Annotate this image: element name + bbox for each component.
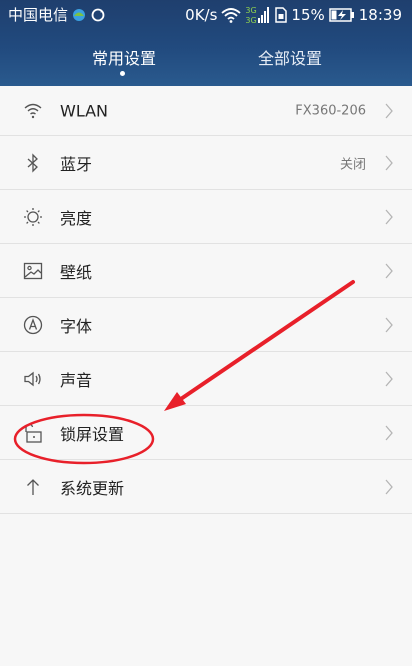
item-label: 系统更新 — [60, 478, 125, 498]
item-label: 锁屏设置 — [60, 424, 125, 444]
settings-screen: 中国电信 0K/s 3G 3G 15% 18:39 常用设置 全部设置 WLAN… — [0, 0, 412, 666]
chevron-right-icon — [384, 479, 394, 495]
status-bar: 中国电信 0K/s 3G 3G 15% 18:39 — [0, 0, 412, 30]
chevron-right-icon — [384, 371, 394, 387]
item-label: 蓝牙 — [60, 154, 93, 174]
status-right: 0K/s 3G 3G 15% 18:39 — [185, 0, 402, 30]
wifi-signal-icon — [221, 7, 242, 23]
update-arrow-icon — [22, 476, 44, 498]
font-icon — [22, 314, 44, 336]
lock-icon — [22, 422, 44, 444]
settings-item-wlan[interactable]: WLAN FX360-206 — [0, 86, 412, 136]
sound-icon — [22, 368, 44, 390]
wifi-icon — [22, 100, 44, 122]
chevron-right-icon — [384, 263, 394, 279]
chevron-right-icon — [384, 209, 394, 225]
brightness-icon — [22, 206, 44, 228]
bluetooth-icon — [22, 152, 44, 174]
item-label: 壁纸 — [60, 262, 93, 282]
tab-all-settings[interactable]: 全部设置 — [210, 45, 370, 69]
network-speed: 0K/s — [185, 6, 218, 24]
chevron-right-icon — [384, 155, 394, 171]
chevron-right-icon — [384, 317, 394, 333]
item-label: 声音 — [60, 370, 93, 390]
battery-icon — [329, 8, 355, 22]
header: 中国电信 0K/s 3G 3G 15% 18:39 常用设置 全部设置 — [0, 0, 412, 86]
active-tab-indicator — [120, 71, 125, 76]
settings-item-lockscreen[interactable]: 锁屏设置 — [0, 406, 412, 460]
tab-common-settings[interactable]: 常用设置 — [44, 45, 204, 69]
item-label: 亮度 — [60, 208, 93, 228]
item-label: WLAN — [60, 101, 109, 120]
status-left: 中国电信 — [8, 0, 106, 30]
clock: 18:39 — [358, 6, 402, 24]
carrier-name: 中国电信 — [8, 6, 69, 24]
carrier-logo-icon — [71, 7, 87, 23]
settings-tabs: 常用设置 全部设置 — [0, 30, 412, 86]
item-label: 字体 — [60, 316, 93, 336]
settings-item-bluetooth[interactable]: 蓝牙 关闭 — [0, 136, 412, 190]
settings-item-sound[interactable]: 声音 — [0, 352, 412, 406]
settings-list: WLAN FX360-206 蓝牙 关闭 亮度 壁纸 字体 声音 锁屏设置 系统… — [0, 86, 412, 514]
chevron-right-icon — [384, 103, 394, 119]
sim-icon — [275, 7, 288, 23]
cell-signal-icon: 3G 3G — [245, 5, 271, 25]
item-value: 关闭 — [339, 157, 366, 172]
battery-percent: 15% — [291, 6, 325, 24]
item-value: FX360-206 — [295, 103, 366, 118]
sync-icon — [90, 7, 106, 23]
settings-item-wallpaper[interactable]: 壁纸 — [0, 244, 412, 298]
settings-item-system-update[interactable]: 系统更新 — [0, 460, 412, 514]
wallpaper-icon — [22, 260, 44, 282]
settings-item-font[interactable]: 字体 — [0, 298, 412, 352]
settings-item-brightness[interactable]: 亮度 — [0, 190, 412, 244]
chevron-right-icon — [384, 425, 394, 441]
